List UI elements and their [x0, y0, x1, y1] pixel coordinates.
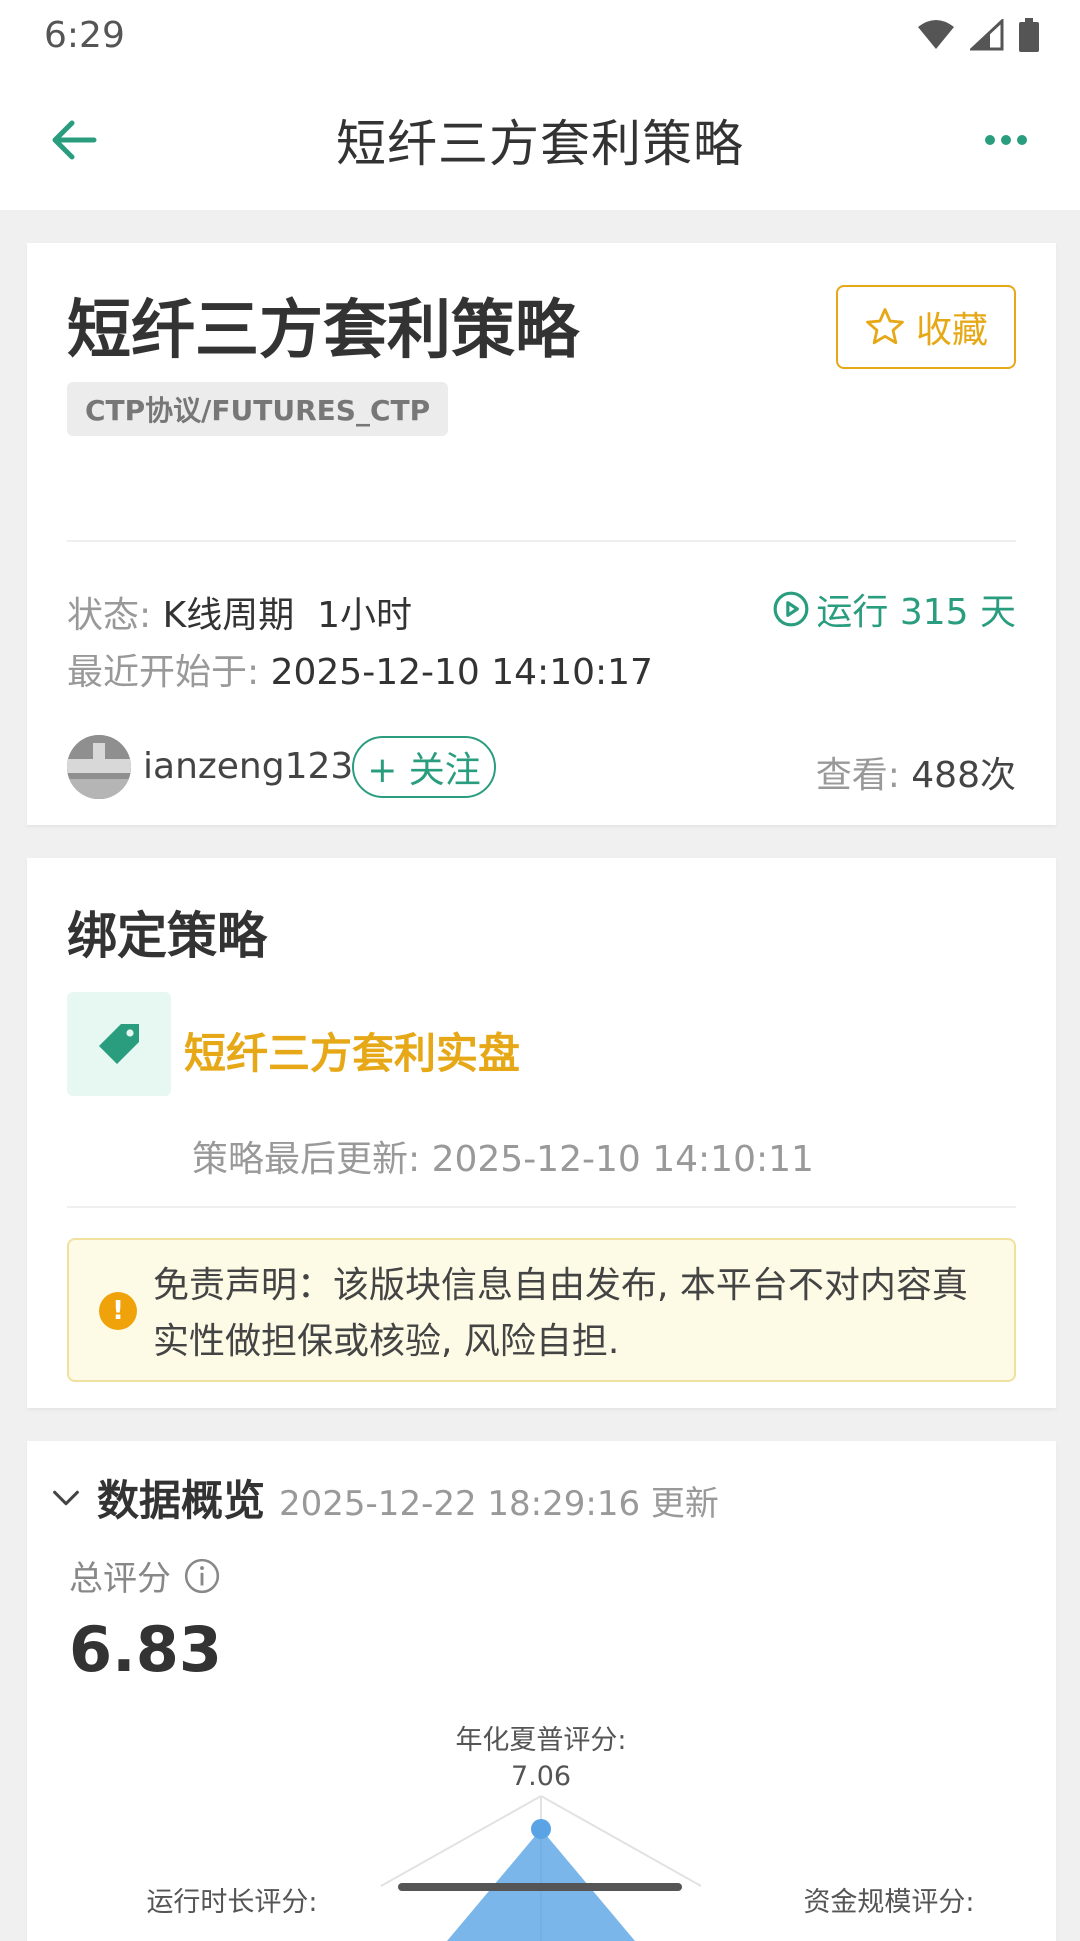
radar-left-label: 运行时长评分: [146, 1887, 318, 1918]
strategy-name: 短纤三方套利策略 [67, 294, 579, 368]
started-row: 最近开始于: 2025-12-10 14:10:17 [67, 643, 653, 695]
favorite-button[interactable]: 收藏 [836, 285, 1016, 369]
wifi-icon [918, 20, 954, 49]
more-dots-icon [985, 135, 1027, 145]
radar-top-value: 7.06 [510, 1761, 572, 1792]
radar-point [531, 1819, 551, 1839]
started-value: 2025-12-10 14:10:17 [270, 652, 653, 693]
score-label-text: 总评分 [69, 1559, 171, 1599]
radar-top-label: 年化夏普评分: 7.06 [441, 1723, 641, 1795]
status-label: 状态: [67, 595, 152, 636]
follow-button[interactable]: + 关注 [352, 736, 496, 798]
view-count: 查看: 488次 [816, 746, 1016, 798]
star-icon [866, 308, 904, 345]
warning-icon: ! [99, 1292, 137, 1330]
strategy-info-card: 短纤三方套利策略 收藏 CTP协议/FUTURES_CTP 状态: K线周期 1… [27, 243, 1056, 825]
views-label: 查看: [815, 755, 900, 796]
disclaimer-text: 免责声明：该版块信息自由发布, 本平台不对内容真实性做担保或核验, 风险自担. [153, 1265, 968, 1362]
status-value: K线周期 1小时 [162, 595, 412, 636]
app-bar: 短纤三方套利策略 [0, 70, 1080, 210]
author-name[interactable]: ianzeng123 [143, 746, 353, 787]
overview-card: 数据概览 2025-12-22 18:29:16 更新 总评分 6.83 年化夏… [27, 1441, 1056, 1941]
favorite-label: 收藏 [915, 310, 988, 351]
status-time: 6:29 [44, 14, 125, 56]
battery-icon [1019, 18, 1039, 52]
tag-icon-box [67, 992, 171, 1096]
chevron-down-icon [53, 1490, 79, 1506]
home-indicator[interactable] [398, 1883, 682, 1891]
divider [67, 540, 1016, 542]
started-label: 最近开始于: [67, 652, 260, 693]
more-button[interactable] [976, 110, 1036, 170]
status-row: 状态: K线周期 1小时 [67, 586, 412, 638]
arrow-left-icon [52, 120, 97, 160]
divider [67, 1206, 1016, 1208]
overview-title: 数据概览 [97, 1476, 266, 1525]
back-button[interactable] [44, 110, 104, 170]
bound-strategy-link[interactable]: 短纤三方套利实盘 [184, 1020, 520, 1081]
views-value: 488次 [911, 755, 1016, 796]
total-score-value: 6.83 [69, 1613, 222, 1686]
protocol-tag: CTP协议/FUTURES_CTP [67, 382, 449, 436]
avatar-image-icon [67, 735, 131, 799]
status-icons [916, 18, 1040, 52]
info-icon[interactable] [183, 1557, 221, 1595]
radar-top-label-text: 年化夏普评分: [455, 1725, 627, 1756]
signal-icon [970, 19, 1004, 51]
section-title: 绑定策略 [67, 907, 267, 965]
play-circle-icon [773, 591, 809, 627]
overview-header[interactable]: 数据概览 2025-12-22 18:29:16 更新 [49, 1467, 719, 1528]
running-text: 运行 315 天 [816, 592, 1016, 633]
tag-icon [99, 1024, 139, 1064]
running-days: 运行 315 天 [772, 583, 1016, 635]
disclaimer-box: ! 免责声明：该版块信息自由发布, 本平台不对内容真实性做担保或核验, 风险自担… [67, 1238, 1016, 1382]
page-title: 短纤三方套利策略 [336, 115, 744, 173]
binding-card: 绑定策略 短纤三方套利实盘 策略最后更新: 2025-12-10 14:10:1… [27, 858, 1056, 1408]
radar-right-label: 资金规模评分: [803, 1887, 975, 1918]
bound-updated-text: 策略最后更新: 2025-12-10 14:10:11 [192, 1139, 814, 1180]
total-score-label: 总评分 [69, 1551, 221, 1600]
status-bar: 6:29 [0, 0, 1080, 70]
avatar[interactable] [67, 735, 131, 799]
overview-updated: 2025-12-22 18:29:16 更新 [279, 1484, 719, 1524]
